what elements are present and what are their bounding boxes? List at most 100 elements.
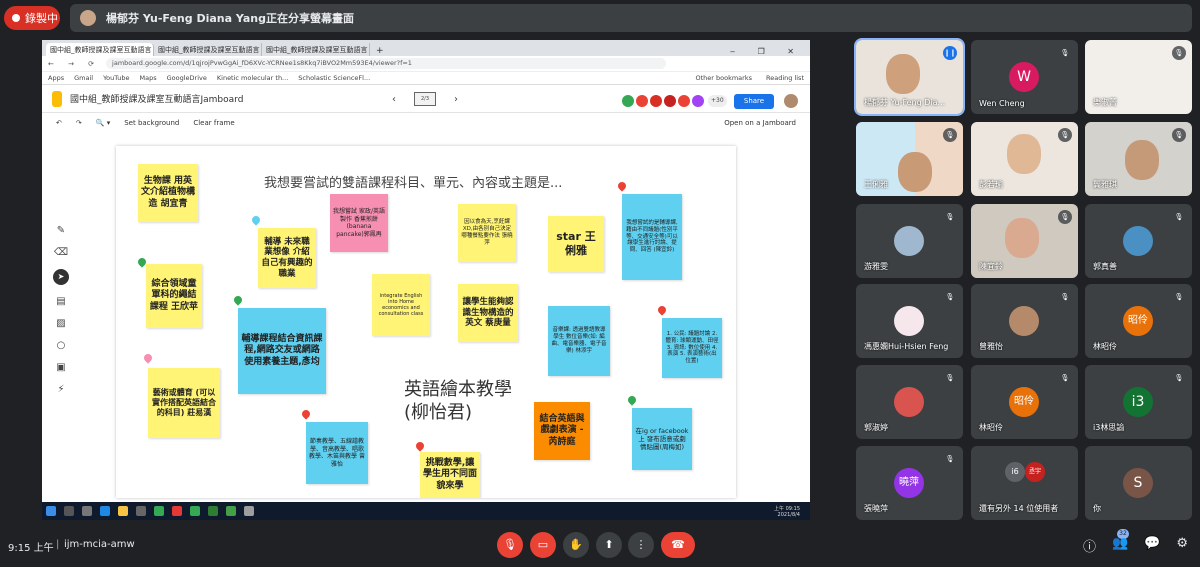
participant-tile[interactable]: 🎙 樂淑菁 [1085,40,1192,114]
participant-tile[interactable]: 昭伶 🎙 林昭伶 [1085,284,1192,358]
participant-tile[interactable]: 🎙 曾雅怡 [971,284,1078,358]
sticky-note[interactable]: 我想嘗試 家政/英語 製作 香蕉煎餅(banana pancake)郭鳳再 [330,194,388,252]
canvas-big-text[interactable]: 英語繪本教學(柳怡君) [404,378,516,425]
bookmark-item[interactable]: Maps [140,74,157,82]
sticky-note[interactable]: 生物課 用英文介紹植物構造 胡宜青 [138,164,198,222]
meeting-info-icon[interactable]: ⓘ [1083,536,1096,555]
browser-nav-icons[interactable]: ← → ⟳ [48,60,100,68]
chat-icon[interactable]: 💬 [1144,536,1160,555]
sticky-note[interactable]: 音樂課: 透過雙語教導學生 數位音樂(如: 編曲、電音樂器、電子音樂) 林添宇 [548,306,610,376]
participant-name: 龔雅琪 [1093,180,1117,189]
image-icon[interactable]: ▨ [56,318,65,329]
participant-tile[interactable]: 🎙 龔雅琪 [1085,122,1192,196]
sticky-note[interactable]: 結合英語與戲劇表演 - 芮詩庭 [534,402,590,460]
participant-tile[interactable]: i6 丞宇 還有另外 14 位使用者 [971,446,1078,520]
undo-icon[interactable]: ↶ [56,119,62,127]
bookmark-item[interactable]: Gmail [74,74,93,82]
sticky-note[interactable]: 輔導課程結合資訊課程,網路交友或網路使用素養主題,彥均 [238,308,326,394]
circle-icon[interactable]: ○ [57,340,66,351]
task-view-icon[interactable] [82,506,92,516]
participant-tile[interactable]: 昭伶 🎙 林昭伶 [971,365,1078,439]
participant-tile[interactable]: 🎙 陳宜鈴 [971,204,1078,278]
sticky-note[interactable]: 綜合領域童軍科的繩結課程 王欣苹 [146,264,202,328]
people-icon[interactable]: 👥 [1112,536,1128,555]
new-tab-icon[interactable]: + [370,46,390,56]
participant-tile[interactable]: 🎙 王俐雅 [856,122,963,196]
jamboard-canvas[interactable]: 我想要嘗試的雙語課程科目、單元、內容或主題是... 生物課 用英文介紹植物構造 … [116,146,736,498]
sticky-note[interactable]: 在ig or facebook上 發布語意或劇情貼圖(周梅如) [632,408,692,470]
next-frame-icon[interactable]: › [454,94,458,105]
zoom-icon[interactable]: 🔍 ▾ [96,119,110,127]
browser-tab[interactable]: 國中組_教師授課及課室互動語言 Jamboard [46,43,154,56]
camera-toggle-button[interactable]: ▭ [530,532,556,558]
collaborator-count[interactable]: +30 [708,95,727,107]
other-bookmarks[interactable]: Other bookmarks [695,74,752,82]
pen-icon[interactable]: ✎ [57,225,65,236]
sticky-note[interactable]: 我想嘗試的是輔導課,藉由不同議題(性別平等、交通安全等)可以讓學生進行討論、提問… [622,194,682,280]
folder-icon[interactable] [118,506,128,516]
participant-tile[interactable]: i3 🎙 i3林思諭 [1085,365,1192,439]
participant-tile[interactable]: 🎙 彭若瑜 [971,122,1078,196]
participant-tile[interactable]: 🎙 游雅雯 [856,204,963,278]
activities-icon[interactable]: ⚙ [1176,536,1188,555]
user-avatar[interactable] [784,94,798,108]
raise-hand-button[interactable]: ✋ [563,532,589,558]
browser-tab[interactable]: 國中組_教師授課及課室互動語言 [262,43,370,56]
eraser-icon[interactable]: ⌫ [54,247,68,258]
bookmark-item[interactable]: YouTube [103,74,129,82]
sticky-note[interactable]: 因以食為天,烹飪課 XD,由各別自己決定哪種餐點要作法 張曉萍 [458,204,516,262]
prev-frame-icon[interactable]: ‹ [392,94,396,105]
more-options-icon[interactable]: ⋮ [628,532,654,558]
set-background-button[interactable]: Set background [124,119,179,127]
sticky-note[interactable]: 1. 公民: 議題討論 2. 體育: 球類運動、田徑 3. 資訊: 數位使用 4… [662,318,722,378]
participant-tile[interactable]: 🎙 馮惠嫻Hui-Hsien Feng [856,284,963,358]
frame-indicator[interactable]: 2/3 [414,92,436,106]
sticky-note[interactable]: star 王俐雅 [548,216,604,272]
sticky-note[interactable]: 輔導 未來職業想像 介紹自己有興趣的職業 [258,228,316,288]
text-box-icon[interactable]: ▣ [56,362,65,373]
sticky-note[interactable]: 讓學生能夠認識生物構造的英文 蔡庚量 [458,284,518,342]
participant-tile[interactable]: 🎙 郭淑婷 [856,365,963,439]
laser-icon[interactable]: ⚡ [57,384,64,395]
participant-tile[interactable]: 🎙 郭真善 [1085,204,1192,278]
store-icon[interactable] [136,506,146,516]
leave-call-button[interactable]: ☎ [661,532,695,558]
select-icon[interactable]: ➤ [53,269,69,285]
open-on-jamboard-button[interactable]: Open on a Jamboard [724,119,810,127]
recording-indicator[interactable]: 錄製中 [4,6,60,30]
excel-icon[interactable] [208,506,218,516]
sticky-note[interactable]: 節奏教學、五線譜教學、音高教學、唱歌教學、木笛與教學 曾雅怡 [306,422,368,484]
sticky-note[interactable]: integrate English into Home economics an… [372,274,430,336]
sticky-note[interactable]: 挑戰數學,讓學生用不同面貌來學 [420,452,480,498]
participant-tile[interactable]: 曉萍 🎙 張曉萍 [856,446,963,520]
share-button[interactable]: Share [734,94,774,109]
clear-frame-button[interactable]: Clear frame [193,119,234,127]
participant-tile[interactable]: W 🎙 Wen Cheng [971,40,1078,114]
edge-icon[interactable] [100,506,110,516]
sticky-note[interactable]: 藝術或體育 (可以實作搭配英語結合的科目) 莊易漢 [148,368,220,438]
mic-toggle-button[interactable]: 🎙 [497,532,523,558]
search-icon[interactable] [64,506,74,516]
bookmark-item[interactable]: Apps [48,74,64,82]
bookmark-item[interactable]: GoogleDrive [167,74,207,82]
url-bar[interactable]: jamboard.google.com/d/1qjrojPvwGgAi_fD6X… [106,58,667,69]
browser-tab[interactable]: 國中組_教師授課及課室互動語言 [154,43,262,56]
jamboard-toolbar: ↶ ↷ 🔍 ▾ Set background Clear frame Open … [42,113,810,133]
participant-initial-avatar: W [1009,62,1039,92]
windows-start-icon[interactable] [46,506,56,516]
bookmark-item[interactable]: Scholastic ScienceFl... [298,74,370,82]
bookmark-item[interactable]: Kinetic molecular th... [217,74,288,82]
window-controls[interactable]: ‒ ❐ ✕ [730,47,810,56]
participant-tile[interactable]: ❙❙ 楊郁芬 Yu-Feng Dia... [854,38,965,116]
participant-tile[interactable]: S 你 [1085,446,1192,520]
line-icon[interactable] [226,506,236,516]
reading-list[interactable]: Reading list [766,74,804,82]
mic-off-icon: 🎙 [1172,46,1186,60]
pdf-icon[interactable] [172,506,182,516]
sticky-note-icon[interactable]: ▤ [56,296,65,307]
app-icon[interactable] [244,506,254,516]
present-button[interactable]: ⬆ [596,532,622,558]
chrome-icon[interactable] [190,506,200,516]
chrome-icon[interactable] [154,506,164,516]
redo-icon[interactable]: ↷ [76,119,82,127]
